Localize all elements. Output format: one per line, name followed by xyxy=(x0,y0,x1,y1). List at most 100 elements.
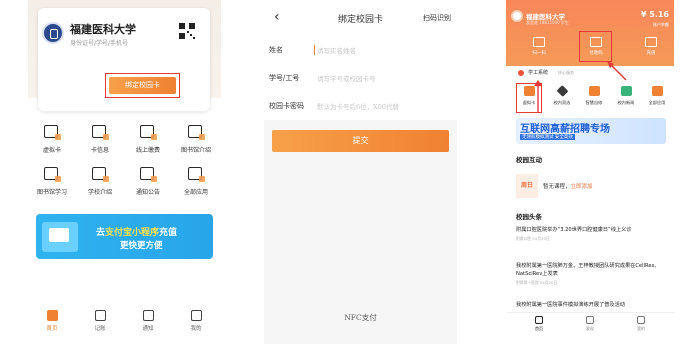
field-label: 姓名 xyxy=(269,46,283,54)
grid-item-label: 通知公告 xyxy=(135,189,160,196)
app-all[interactable]: 全部应用 xyxy=(643,86,671,106)
news-title: 附属口腔医院举办“3.20世界口腔健康日”线上义诊 xyxy=(516,227,632,233)
tab-label: 我的 xyxy=(637,326,645,331)
recharge-icon xyxy=(645,37,657,47)
scan-recognize-link[interactable]: 扫码识别 xyxy=(423,13,451,23)
grid-item-notice[interactable]: 通知公告 xyxy=(124,167,172,203)
news-item[interactable]: 我校附属第一医院肺万金、王梓教授团队研究成果在CellRes、NatSciRev… xyxy=(516,262,672,286)
school-name: 福建医科大学 xyxy=(70,23,136,36)
section-title-campus: 校园互动 xyxy=(516,156,542,164)
course-text: 暂无课程，立即添加 xyxy=(543,184,593,190)
field-label: 学号/工号 xyxy=(269,74,300,82)
password-field-row: 校园卡密码 默认为卡号后6位，X00代替 xyxy=(264,92,457,120)
tab-label: 通知 xyxy=(142,326,154,332)
tab-home[interactable]: 首页 xyxy=(32,310,72,332)
scan-icon xyxy=(533,37,545,47)
bell-icon xyxy=(142,310,154,321)
tab-notice[interactable]: 通知 xyxy=(128,310,168,332)
student-id-field-row: 学号/工号 请写学号或校园卡号 xyxy=(264,64,457,92)
banner-subtitle: 无领航模拟测试 安全高效 xyxy=(520,134,575,140)
system-label: 学工系统 xyxy=(528,70,549,76)
ledger-icon xyxy=(94,310,106,321)
card-info-icon xyxy=(92,125,109,140)
qrcode-icon[interactable] xyxy=(179,23,195,39)
profile-icon xyxy=(637,316,645,324)
home-icon xyxy=(535,316,543,324)
app-label: 智慧自修 xyxy=(585,100,603,105)
tab-label: 首页 xyxy=(46,326,58,332)
phone-illustration-icon xyxy=(42,222,78,252)
banner-title: 互联网高薪招聘专场 xyxy=(520,124,610,135)
tab-ledger[interactable]: 记账 xyxy=(80,310,120,332)
section-title-headlines: 校园头条 xyxy=(516,213,542,221)
highlight-box xyxy=(516,83,542,113)
scan-button[interactable]: 扫一扫 xyxy=(524,37,554,56)
online-payment-icon xyxy=(140,125,157,140)
tab-discover[interactable]: 发现 xyxy=(572,316,608,332)
news-item[interactable]: 附属口腔医院举办“3.20世界口腔健康日”线上义诊 附属口腔 04月20日 xyxy=(516,226,672,242)
tab-profile[interactable]: 我的 xyxy=(176,310,216,332)
add-course-link[interactable]: 立即添加 xyxy=(571,184,593,190)
grid-item-library[interactable]: 图书馆介绍 xyxy=(172,125,220,161)
news-title: 我校附属第一医院事件模拟演练开展了普及活动 xyxy=(516,302,625,308)
nfc-pay-label[interactable]: NFC支付 xyxy=(264,312,457,323)
grid-item-all-apps[interactable]: 全部应用 xyxy=(172,167,220,203)
grid-item-study[interactable]: 图书馆学习 xyxy=(28,167,76,203)
balance-amount: ¥ 5.16 xyxy=(640,10,669,19)
password-input[interactable]: 默认为卡号后6位，X00代替 xyxy=(314,101,399,111)
school-logo-icon xyxy=(511,10,523,22)
tab-label: 我的 xyxy=(190,326,202,332)
name-field-row: 姓名 请写实名姓名 xyxy=(264,36,457,64)
quick-action-label: 扫一扫 xyxy=(532,51,546,56)
grid-item-label: 图书馆介绍 xyxy=(180,147,211,154)
news-title: 我校附属第一医院肺万金、王梓教授团队研究成果在CellRes、NatSciRev… xyxy=(516,263,660,277)
app-label: 校内新闻 xyxy=(617,100,635,105)
system-sub-label: 核心服务 xyxy=(558,69,574,75)
banner-line-1: 去支付宝小程序充值 xyxy=(96,228,178,238)
all-apps-icon xyxy=(651,86,663,96)
study-icon xyxy=(44,167,61,182)
tab-profile[interactable]: 我的 xyxy=(623,316,659,332)
tab-label: 首页 xyxy=(535,326,543,331)
student-id-input[interactable]: 请写学号或校园卡号 xyxy=(314,73,376,83)
app-recruit[interactable]: 校内双选 xyxy=(548,85,576,106)
grid-item-online-payment[interactable]: 线上缴费 xyxy=(124,125,172,161)
discover-icon xyxy=(586,316,594,324)
grid-item-label: 虚拟卡 xyxy=(42,147,61,154)
news-item[interactable]: 我校附属第一医院事件模拟演练开展了普及活动 xyxy=(516,301,672,309)
tab-home[interactable]: 首页 xyxy=(521,316,557,332)
grid-item-school-intro[interactable]: 学校介绍 xyxy=(76,167,124,203)
alipay-recharge-banner[interactable]: 去支付宝小程序充值 更快更方便 xyxy=(36,214,213,259)
submit-button[interactable]: 提交 xyxy=(272,130,449,152)
grid-item-label: 卡信息 xyxy=(90,147,109,154)
tab-label: 记账 xyxy=(94,326,106,332)
virtual-card-icon xyxy=(44,125,61,140)
banner-line-2: 更快更方便 xyxy=(120,241,163,251)
news-icon xyxy=(620,86,632,96)
news-date: 附属第一医院 04月20日 xyxy=(516,280,558,285)
all-apps-icon xyxy=(188,167,205,182)
home-icon xyxy=(46,310,58,321)
grid-item-card-info[interactable]: 卡信息 xyxy=(76,125,124,161)
course-card[interactable]: 周日 暂无课程，立即添加 xyxy=(516,174,666,198)
recruit-icon xyxy=(556,85,568,97)
recharge-button[interactable]: 充值 xyxy=(636,37,666,56)
school-intro-icon xyxy=(92,167,109,182)
app-label: 全部应用 xyxy=(648,100,666,105)
app-self-study[interactable]: 智慧自修 xyxy=(580,86,608,106)
library-icon xyxy=(188,125,205,140)
school-subtitle: 身份证号/学号/手机号 xyxy=(70,40,129,47)
notice-icon xyxy=(140,167,157,182)
bind-card-button[interactable]: 绑定校园卡 xyxy=(109,77,176,94)
name-input[interactable]: 请写实名姓名 xyxy=(314,45,356,55)
bottom-tab-bar: 首页 发现 我的 xyxy=(506,312,674,344)
self-study-icon xyxy=(588,86,600,96)
balance-label: 账户余额 xyxy=(653,22,669,27)
system-bar[interactable]: 学工系统 核心服务 xyxy=(514,66,666,80)
app-news[interactable]: 校内新闻 xyxy=(612,86,640,106)
bottom-tab-bar: 首页 记账 通知 我的 xyxy=(28,304,221,344)
school-logo-icon xyxy=(42,22,64,44)
home-screen-unbound: 福建医科大学 身份证号/学号/手机号 绑定校园卡 虚拟卡 卡信息 线上缴费 图书… xyxy=(28,0,221,344)
grid-item-virtual-card[interactable]: 虚拟卡 xyxy=(28,125,76,161)
recruitment-banner[interactable]: 互联网高薪招聘专场 无领航模拟测试 安全高效 xyxy=(516,118,666,144)
